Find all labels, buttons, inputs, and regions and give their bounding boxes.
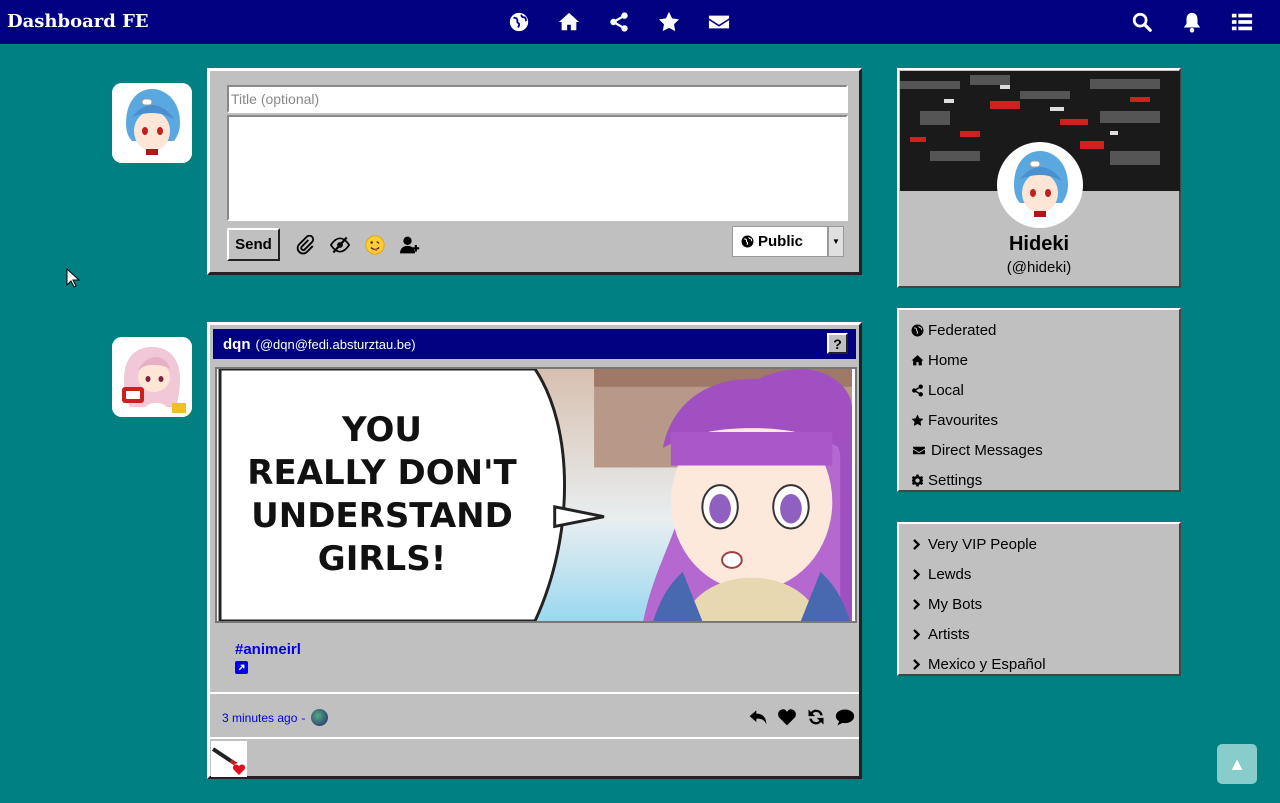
profile-card: Hideki (@hideki) <box>897 68 1181 288</box>
post-footer: 3 minutes ago - <box>210 692 859 739</box>
eye-slash-icon[interactable] <box>329 234 350 255</box>
post-author-handle[interactable]: (@dqn@fedi.absturztau.be) <box>256 337 416 352</box>
reply-icon[interactable] <box>747 706 768 727</box>
chevron-right-icon <box>913 538 921 550</box>
list-item-artists[interactable]: Artists <box>899 619 1179 649</box>
menu-item-federated[interactable]: Federated <box>899 315 1179 345</box>
post-timestamp[interactable]: 3 minutes ago - <box>222 709 329 726</box>
post-body-input[interactable] <box>227 115 848 221</box>
list-item-very-vip-people[interactable]: Very VIP People <box>899 529 1179 559</box>
menu-item-home[interactable]: Home <box>899 345 1179 375</box>
timestamp-text[interactable]: 3 minutes ago <box>222 711 297 725</box>
app-title[interactable]: Dashboard FE <box>7 11 149 32</box>
visibility-select[interactable]: Public ▼ <box>732 226 844 257</box>
profile-name[interactable]: Hideki <box>899 233 1179 256</box>
post-image[interactable]: YOU REALLY DON'T UNDERSTAND GIRLS! <box>215 367 857 623</box>
post-card: dqn (@dqn@fedi.absturztau.be) ? YOU REAL… <box>207 322 862 779</box>
search-icon[interactable] <box>1130 10 1154 34</box>
speech-bubble-text: YOU REALLY DON'T UNDERSTAND GIRLS! <box>247 410 517 579</box>
hashtag-link[interactable]: #animeirl <box>235 641 301 658</box>
menu-item-settings[interactable]: Settings <box>899 465 1179 495</box>
bell-icon[interactable] <box>1180 10 1204 34</box>
chevron-right-icon <box>913 568 921 580</box>
list-item-mexico-y-espanol[interactable]: Mexico y Español <box>899 649 1179 679</box>
title-input[interactable] <box>227 85 848 113</box>
envelope-icon[interactable] <box>707 10 731 34</box>
profile-avatar[interactable] <box>997 142 1083 228</box>
globe-icon <box>911 324 924 336</box>
share-icon[interactable] <box>607 10 631 34</box>
mouse-cursor-icon <box>66 267 81 293</box>
help-button[interactable]: ? <box>827 333 848 354</box>
visibility-value: Public <box>758 233 804 250</box>
post-header: dqn (@dqn@fedi.absturztau.be) ? <box>213 329 856 359</box>
send-button[interactable]: Send <box>227 228 280 261</box>
share-icon <box>912 384 923 396</box>
nav-center <box>507 10 731 34</box>
my-avatar[interactable] <box>112 83 192 163</box>
chevron-right-icon <box>913 628 921 640</box>
list-item-lewds[interactable]: Lewds <box>899 559 1179 589</box>
lists-menu: Very VIP People Lewds My Bots Artists Me… <box>897 522 1181 676</box>
post-author-name[interactable]: dqn <box>223 336 251 353</box>
menu-item-direct-messages[interactable]: Direct Messages <box>899 435 1179 465</box>
home-icon[interactable] <box>557 10 581 34</box>
post-author-avatar[interactable] <box>112 337 192 417</box>
globe-icon[interactable] <box>507 10 531 34</box>
compose-box: Send Public ▼ <box>207 68 862 275</box>
favourited-by-avatar[interactable] <box>211 741 247 777</box>
comment-icon[interactable] <box>834 706 855 727</box>
chevron-down-icon[interactable]: ▼ <box>827 227 843 256</box>
star-icon <box>911 414 924 426</box>
menu-item-local[interactable]: Local <box>899 375 1179 405</box>
globe-icon <box>311 709 329 726</box>
paperclip-icon[interactable] <box>294 234 315 255</box>
post-actions <box>747 706 855 727</box>
chevron-right-icon <box>913 598 921 610</box>
timeline-menu: Federated Home Local Favourites Direct M… <box>897 308 1181 492</box>
nav-right <box>1130 10 1254 34</box>
globe-icon <box>741 235 754 248</box>
list-icon[interactable] <box>1230 10 1254 34</box>
gear-icon <box>911 474 924 486</box>
scroll-to-top-button[interactable]: ▲ <box>1217 744 1257 784</box>
timestamp-separator: - <box>301 710 306 725</box>
chevron-right-icon <box>913 658 921 670</box>
repeat-icon[interactable] <box>805 706 826 727</box>
list-item-my-bots[interactable]: My Bots <box>899 589 1179 619</box>
user-plus-icon[interactable] <box>399 234 420 255</box>
heart-icon[interactable] <box>776 706 797 727</box>
emoji-icon[interactable] <box>364 234 385 255</box>
menu-item-favourites[interactable]: Favourites <box>899 405 1179 435</box>
triangle-up-icon: ▲ <box>1228 753 1246 774</box>
compose-tools <box>294 234 420 255</box>
star-icon[interactable] <box>657 10 681 34</box>
envelope-icon <box>913 446 925 454</box>
home-icon <box>911 354 924 365</box>
external-link-icon[interactable] <box>235 661 248 674</box>
top-navbar: Dashboard FE <box>0 0 1280 44</box>
profile-handle: (@hideki) <box>1006 259 1072 276</box>
